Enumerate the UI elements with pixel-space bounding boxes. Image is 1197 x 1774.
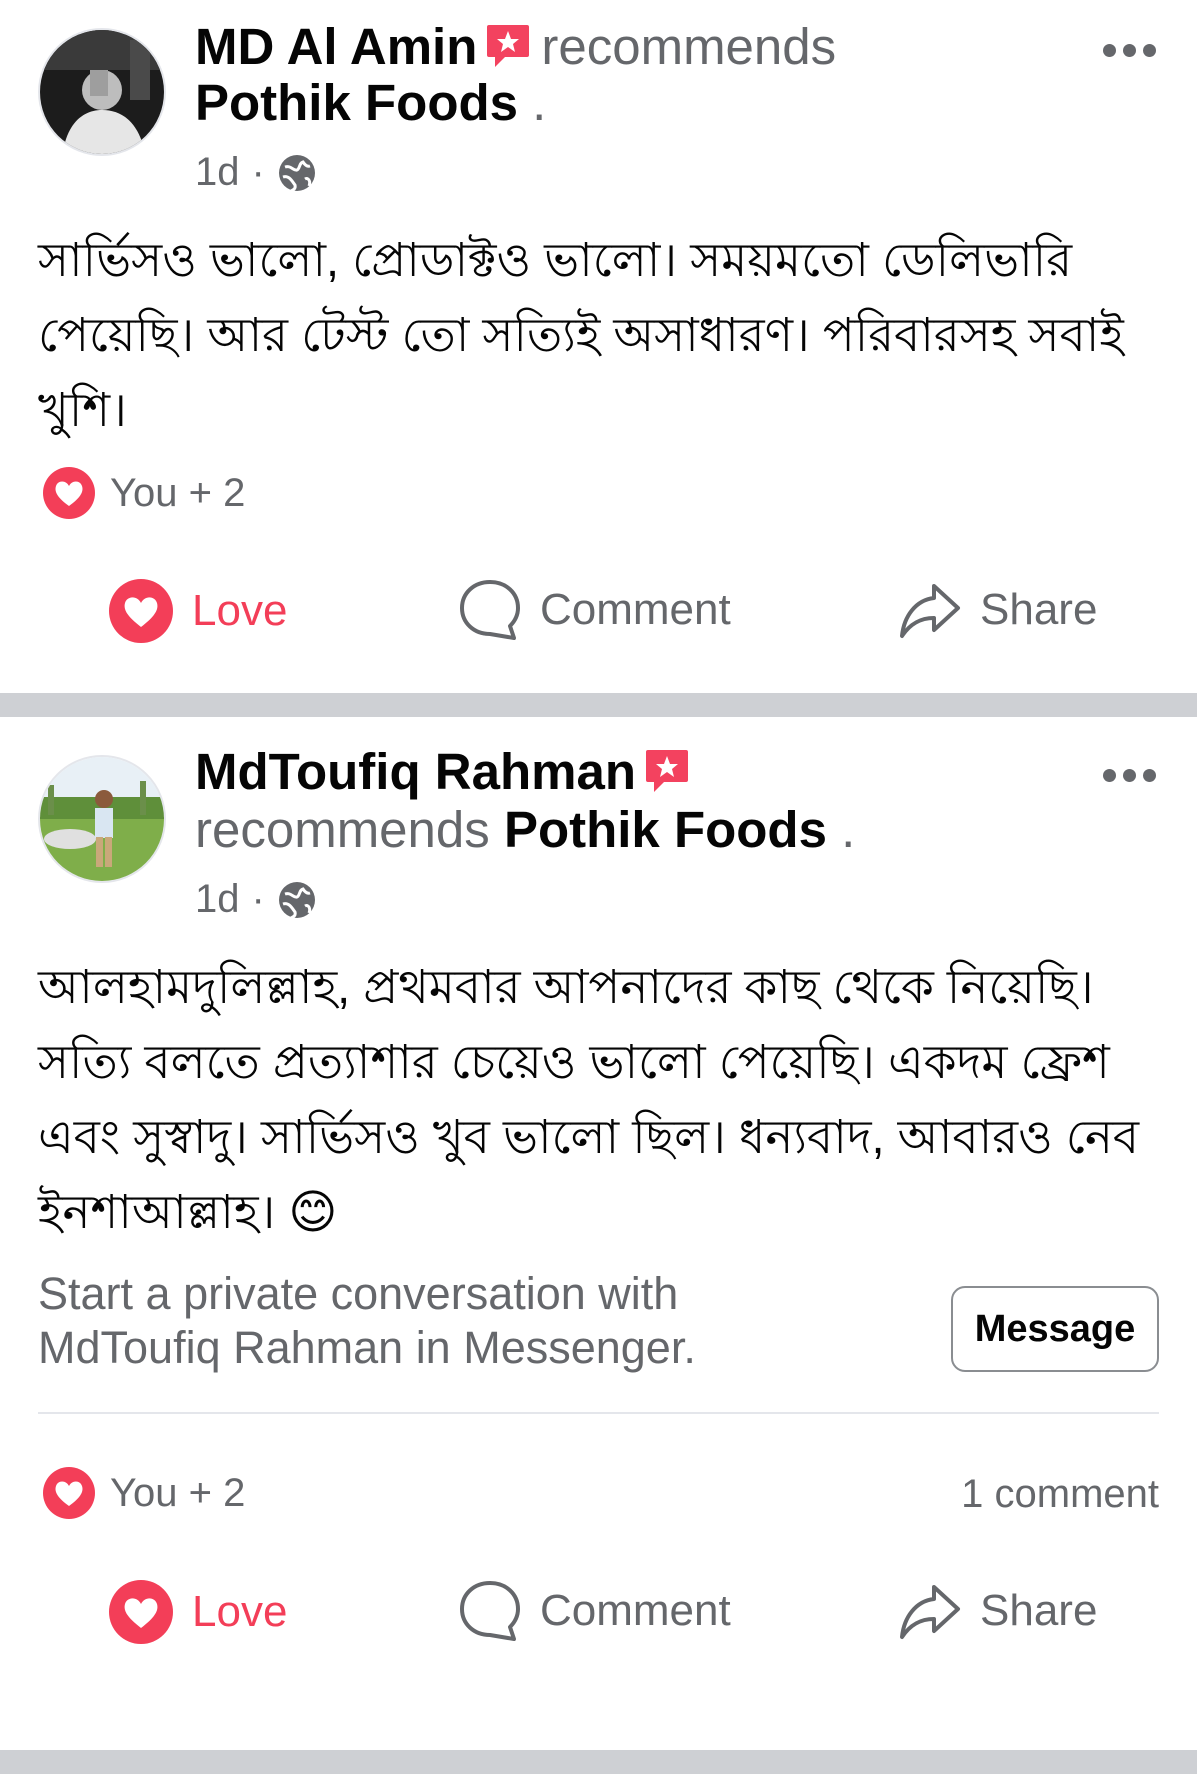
share-label: Share [980, 1586, 1098, 1635]
comment-icon [460, 1581, 520, 1641]
share-icon [900, 1585, 960, 1639]
love-icon [109, 579, 173, 643]
love-button[interactable]: Love [108, 578, 287, 644]
post-time[interactable]: 1d [195, 877, 240, 922]
action-bar: Love Comment Share [0, 578, 1197, 668]
reaction-count: You + 2 [110, 1470, 246, 1515]
reaction-count: You + 2 [110, 470, 246, 515]
page-name[interactable]: Pothik Foods [195, 74, 518, 131]
messenger-prompt-line2: MdToufiq Rahman in Messenger. [38, 1322, 696, 1373]
action-bar: Love Comment Share [0, 1579, 1197, 1669]
post-header: MD Al Amin recommends [195, 16, 836, 79]
author-avatar[interactable] [38, 755, 166, 883]
author-name[interactable]: MD Al Amin [195, 18, 477, 75]
header-trailing-dot: . [841, 801, 856, 858]
page-name[interactable]: Pothik Foods [504, 801, 827, 858]
love-reaction-icon [43, 467, 95, 519]
post-header: MdToufiq Rahman [195, 741, 700, 804]
post-header-line2: Pothik Foods . [195, 72, 546, 134]
header-trailing-dot: . [532, 74, 547, 131]
comment-count[interactable]: 1 comment [961, 1472, 1159, 1517]
recommends-badge-icon [646, 749, 688, 792]
love-button[interactable]: Love [108, 1579, 287, 1645]
post-time[interactable]: 1d [195, 150, 240, 195]
author-avatar[interactable] [38, 28, 166, 156]
post-header-line2: recommends Pothik Foods . [195, 799, 855, 861]
post-divider [0, 1750, 1197, 1774]
meta-separator: · [251, 150, 265, 194]
post-meta: 1d · [195, 877, 317, 922]
messenger-prompt-line1: Start a private conversation with [38, 1268, 679, 1319]
love-icon [109, 1580, 173, 1644]
post-card: MdToufiq Rahman recommends Pothik Foods … [0, 717, 1197, 1750]
more-options-icon[interactable] [1103, 769, 1167, 789]
section-separator [38, 1412, 1159, 1414]
reaction-summary[interactable]: You + 2 [42, 1466, 245, 1520]
comment-icon [460, 580, 520, 640]
more-options-icon[interactable] [1103, 44, 1167, 64]
share-button[interactable]: Share [898, 1579, 1097, 1643]
globe-icon [278, 154, 315, 192]
comment-label: Comment [540, 1586, 731, 1635]
love-reaction-icon [43, 1467, 95, 1519]
recommends-text: recommends [541, 18, 837, 75]
comment-button[interactable]: Comment [458, 578, 731, 642]
reaction-summary[interactable]: You + 2 [42, 466, 245, 520]
post-divider [0, 693, 1197, 717]
post-body: আলহামদুলিল্লাহ, প্রথমবার আপনাদের কাছ থেক… [38, 960, 1140, 1238]
recommends-badge-icon [487, 24, 530, 67]
meta-separator: · [251, 877, 265, 921]
share-button[interactable]: Share [898, 578, 1097, 642]
share-icon [900, 584, 960, 638]
post-card: MD Al Amin recommends Pothik Foods . 1d ·… [0, 0, 1197, 693]
recommends-text: recommends [195, 801, 490, 858]
messenger-prompt: Start a private conversation with MdTouf… [38, 1267, 696, 1375]
author-name[interactable]: MdToufiq Rahman [195, 743, 636, 800]
comment-button[interactable]: Comment [458, 1579, 731, 1643]
share-label: Share [980, 585, 1098, 634]
love-label: Love [192, 586, 288, 635]
post-meta: 1d · [195, 150, 317, 195]
message-button[interactable]: Message [951, 1286, 1159, 1372]
globe-icon [278, 881, 315, 919]
love-label: Love [192, 1587, 288, 1636]
comment-label: Comment [540, 585, 731, 634]
post-body: সার্ভিসও ভালো, প্রোডাক্টও ভালো। সময়মতো … [38, 233, 1124, 436]
